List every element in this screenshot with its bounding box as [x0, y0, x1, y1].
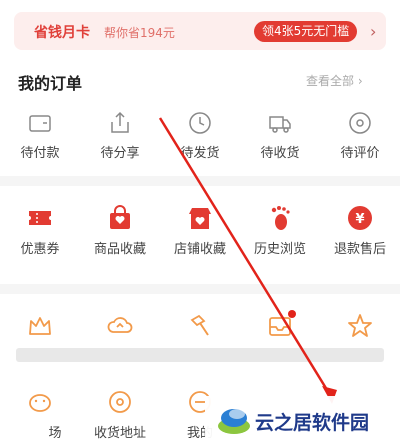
order-item-pending-ship[interactable]: 待发货 — [160, 110, 240, 161]
review-icon — [349, 112, 371, 134]
refund-icon: ¥ — [348, 206, 372, 230]
service-item-coupons[interactable]: 优惠券 — [0, 204, 80, 257]
truck-icon — [269, 116, 291, 133]
service-item-refund[interactable]: ¥ 退款售后 — [320, 204, 400, 257]
service-item-label: 历史浏览 — [253, 242, 306, 257]
chevron-right-icon: › — [370, 22, 377, 41]
tool-item[interactable]: 场 — [0, 388, 80, 441]
service-item-fav-shops[interactable]: 店铺收藏 — [160, 204, 240, 257]
order-item-pending-review[interactable]: 待评价 — [320, 110, 400, 161]
watermark-text: 云之居软件园 — [255, 412, 370, 434]
tool-item-label: 收货地址 — [93, 426, 146, 441]
order-item-label: 待收货 — [260, 146, 300, 161]
tool-item-address[interactable]: 收货地址 — [80, 388, 160, 441]
services-section: 优惠券 商品收藏 店铺收藏 历史浏览 ¥ 退款售后 — [0, 186, 400, 284]
clock-icon — [189, 112, 211, 134]
star-icon — [348, 314, 372, 337]
service-item-history[interactable]: 历史浏览 — [240, 204, 320, 257]
coupon-icon — [29, 211, 51, 225]
bag-icon — [110, 205, 130, 229]
footprint-icon — [271, 206, 290, 230]
piggy-icon — [29, 394, 51, 412]
watermark-logo-icon — [218, 409, 250, 434]
my-orders-section: 我的订单 查看全部 › 待付款 待分享 待发货 待收货 待评价 — [0, 64, 400, 176]
tool-item[interactable] — [80, 312, 160, 340]
tool-item-label: 场 — [48, 426, 62, 441]
share-icon — [111, 111, 129, 133]
order-item-pending-receive[interactable]: 待收货 — [240, 110, 320, 161]
tool-item[interactable] — [160, 312, 240, 340]
hammer-icon — [190, 314, 209, 336]
crown-icon — [29, 317, 51, 335]
order-item-pending-payment[interactable]: 待付款 — [0, 110, 80, 161]
service-item-label: 退款售后 — [333, 242, 386, 257]
monthly-card-banner[interactable]: 省钱月卡 帮你省194元 领4张5元无门槛 › — [14, 12, 386, 50]
location-icon — [109, 391, 131, 413]
wallet-icon — [29, 115, 51, 132]
svg-text:¥: ¥ — [355, 212, 364, 227]
order-item-label: 待付款 — [20, 146, 60, 161]
view-all-orders-link[interactable]: 查看全部 › — [306, 72, 363, 89]
envelope-icon — [269, 317, 291, 336]
order-item-label: 待分享 — [100, 146, 140, 161]
tool-item[interactable] — [0, 312, 80, 340]
order-item-label: 待发货 — [180, 146, 220, 161]
service-item-label: 商品收藏 — [93, 242, 146, 257]
tool-item[interactable] — [240, 312, 320, 340]
shop-icon — [189, 208, 211, 229]
banner-title: 省钱月卡 — [34, 25, 90, 41]
banner-subtitle: 帮你省194元 — [104, 26, 175, 40]
watermark: 云之居软件园 — [205, 396, 400, 446]
tool-item[interactable] — [320, 312, 400, 340]
cloud-icon — [107, 317, 133, 333]
promo-banner: 省钱月卡 帮你省194元 领4张5元无门槛 › — [0, 0, 400, 64]
order-item-label: 待评价 — [340, 146, 380, 161]
claim-coupon-button[interactable]: 领4张5元无门槛 — [254, 21, 358, 42]
service-item-label: 优惠券 — [20, 242, 60, 257]
service-item-fav-products[interactable]: 商品收藏 — [80, 204, 160, 257]
orders-title: 我的订单 — [18, 74, 83, 93]
blurred-labels — [16, 348, 384, 362]
service-item-label: 店铺收藏 — [173, 242, 226, 257]
order-item-pending-share[interactable]: 待分享 — [80, 110, 160, 161]
